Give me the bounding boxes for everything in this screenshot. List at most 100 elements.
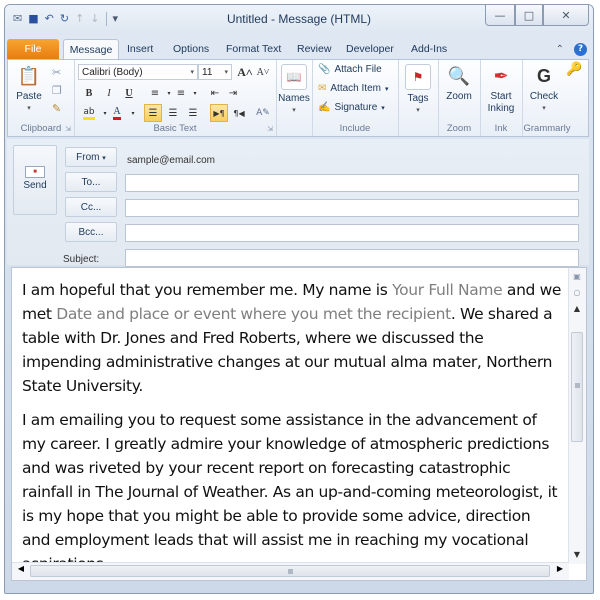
message-body[interactable]: I am hopeful that you remember me. My na… [11, 267, 587, 581]
bcc-button[interactable]: Bcc... [65, 222, 117, 242]
ltr-button[interactable]: ▶¶ [210, 104, 228, 122]
attach-item-button[interactable]: ✉ Attach Item ▾ [318, 83, 388, 94]
format-painter-icon[interactable]: ✎ [52, 102, 61, 115]
names-dropdown-icon: ▾ [292, 107, 296, 114]
group-grammarly: G Check ▾ 🔑 Grammarly [522, 60, 588, 136]
scroll-up-button[interactable]: ▲ [570, 302, 584, 316]
send-button[interactable]: ■ Send [13, 145, 57, 215]
signature-icon: ✍ [318, 102, 331, 113]
align-left-button[interactable]: ☰ [144, 104, 162, 122]
shrink-font-button[interactable]: A˅ [254, 63, 272, 81]
address-book-icon: 📖 [281, 64, 307, 90]
ruler-icon[interactable]: ▣ [570, 270, 584, 284]
cc-input[interactable] [125, 199, 579, 217]
align-left-icon: ☰ [148, 107, 158, 119]
browse-object-icon[interactable]: ○ [570, 286, 584, 300]
group-zoom: 🔍 Zoom Zoom [438, 60, 481, 136]
horizontal-scrollbar[interactable]: ◀ ▶ [12, 562, 569, 580]
scroll-down-button[interactable]: ▼ [570, 548, 584, 562]
scroll-left-button[interactable]: ◀ [14, 564, 28, 573]
tags-button[interactable]: ⚑ Tags ▾ [402, 64, 434, 117]
help-icon[interactable]: ? [574, 43, 587, 56]
styles-button[interactable]: A✎ [254, 104, 272, 122]
numbering-dropdown-icon[interactable]: ▾ [186, 84, 204, 102]
decrease-indent-button[interactable]: ⇤ [206, 84, 224, 102]
font-color-dropdown-icon[interactable]: ▾ [124, 104, 142, 122]
font-name-select[interactable]: Calibri (Body) ▾ [78, 64, 198, 80]
grammarly-group-label: Grammarly [523, 123, 571, 134]
tab-review[interactable]: Review [297, 39, 331, 59]
tab-options[interactable]: Options [173, 39, 209, 59]
rtl-icon: ¶◀ [233, 108, 245, 118]
clipboard-launcher-icon[interactable]: ⇲ [65, 125, 71, 133]
grow-font-button[interactable]: A˄ [236, 63, 254, 81]
vertical-scroll-thumb[interactable] [571, 332, 583, 442]
names-label: Names [278, 93, 310, 104]
chevron-down-icon: ▾ [102, 155, 106, 162]
subject-input[interactable] [125, 249, 579, 267]
increase-indent-button[interactable]: ⇥ [224, 84, 242, 102]
tags-label: Tags [407, 93, 429, 104]
cc-button[interactable]: Cc... [65, 197, 117, 217]
title-bar: ✉ ■ ↶ ↻ ↑ ↓ ▾ Untitled - Message (HTML) … [5, 5, 593, 35]
align-right-icon: ☰ [188, 107, 198, 119]
maximize-button[interactable]: □ [515, 5, 543, 26]
vertical-scrollbar[interactable]: ▣ ○ ▲ ▼ [568, 268, 586, 564]
body-paragraph-1: I am hopeful that you remember me. My na… [22, 278, 562, 398]
from-button[interactable]: From ▾ [65, 147, 117, 167]
zoom-button[interactable]: 🔍 Zoom [442, 64, 476, 103]
ltr-icon: ▶¶ [213, 108, 225, 118]
group-ink: ✒ Start Inking Ink [480, 60, 523, 136]
close-icon: ✕ [561, 8, 571, 22]
message-body-text[interactable]: I am hopeful that you remember me. My na… [22, 278, 562, 586]
start-inking-label-1: Start [490, 91, 512, 102]
scroll-grip [575, 383, 580, 388]
paste-dropdown-icon[interactable]: ▾ [12, 103, 46, 115]
minimize-ribbon-icon[interactable]: ⌃ [556, 44, 564, 55]
underline-button[interactable]: U [120, 84, 138, 102]
highlight-icon: ab [83, 107, 95, 120]
names-button[interactable]: 📖 Names ▾ [278, 64, 310, 117]
keys-icon[interactable]: 🔑 [566, 62, 582, 77]
ribbon-tabs: File Message Insert Options Format Text … [5, 35, 593, 61]
numbering-icon: ≡ [176, 87, 186, 99]
tab-add-ins[interactable]: Add-Ins [411, 39, 447, 59]
send-label: Send [23, 180, 47, 191]
horizontal-scroll-thumb[interactable] [30, 565, 550, 577]
zoom-group-label: Zoom [446, 123, 472, 134]
scroll-right-button[interactable]: ▶ [553, 564, 567, 573]
basic-text-launcher-icon[interactable]: ⇲ [267, 125, 273, 133]
minimize-button[interactable]: — [485, 5, 515, 26]
font-size-select[interactable]: 11 ▾ [198, 64, 232, 80]
rtl-button[interactable]: ¶◀ [230, 104, 248, 122]
tab-insert[interactable]: Insert [127, 39, 153, 59]
check-button[interactable]: G Check ▾ [526, 64, 562, 115]
signature-label: Signature [334, 102, 378, 113]
group-include: 📎 Attach File ✉ Attach Item ▾ ✍ Signatur… [312, 60, 399, 136]
copy-icon[interactable]: ❐ [52, 84, 62, 97]
tags-dropdown-icon: ▾ [416, 107, 420, 114]
bold-button[interactable]: B [80, 84, 98, 102]
cut-icon[interactable]: ✂ [52, 66, 61, 79]
to-input[interactable] [125, 174, 579, 192]
align-right-button[interactable]: ☰ [184, 104, 202, 122]
chevron-down-icon: ▾ [384, 85, 389, 93]
italic-button[interactable]: I [100, 84, 118, 102]
paste-button[interactable]: 📋 Paste ▾ [12, 64, 46, 115]
to-button[interactable]: To... [65, 172, 117, 192]
tab-format-text[interactable]: Format Text [226, 39, 281, 59]
signature-button[interactable]: ✍ Signature ▾ [318, 102, 385, 113]
magnifier-icon: 🔍 [447, 66, 471, 86]
chevron-down-icon: ▾ [224, 69, 228, 76]
zoom-button-label: Zoom [446, 91, 472, 102]
align-center-button[interactable]: ☰ [164, 104, 182, 122]
bcc-input[interactable] [125, 224, 579, 242]
tab-message[interactable]: Message [63, 39, 119, 61]
start-inking-button[interactable]: ✒ Start Inking [484, 64, 518, 115]
tab-file[interactable]: File [7, 39, 59, 59]
close-button[interactable]: ✕ [543, 5, 589, 26]
attach-file-button[interactable]: 📎 Attach File [318, 64, 382, 75]
bullets-icon: ≡ [150, 87, 160, 99]
tab-developer[interactable]: Developer [346, 39, 394, 59]
scroll-grip [288, 569, 293, 574]
